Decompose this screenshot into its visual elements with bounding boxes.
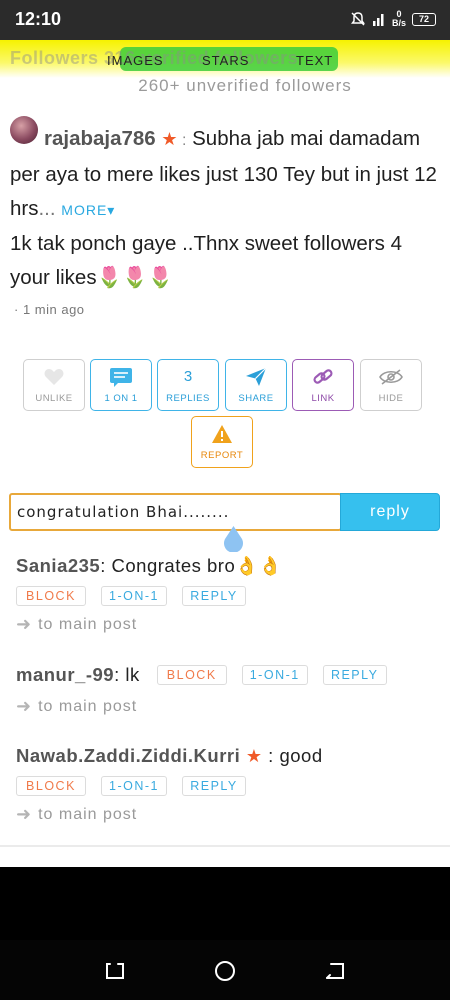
post-text-part2: 1k tak ponch gaye ..Thnx sweet followers…: [10, 232, 402, 289]
comment-actions: BLOCK 1-ON-1 REPLY: [156, 665, 387, 685]
comment-separator: :: [262, 745, 280, 766]
comment-separator: :: [114, 664, 126, 685]
comment-line: manur_-99: lk BLOCK 1-ON-1 REPLY: [16, 664, 436, 686]
reply-chip[interactable]: REPLY: [182, 776, 246, 796]
status-time: 12:10: [15, 9, 62, 29]
back-icon[interactable]: [324, 960, 346, 982]
reply-button[interactable]: reply: [340, 493, 440, 531]
block-button[interactable]: BLOCK: [16, 586, 86, 606]
unlike-label: UNLIKE: [35, 392, 73, 404]
one-on-one-chip[interactable]: 1-ON-1: [241, 665, 308, 685]
status-icons: 0 B/s 72: [350, 10, 436, 28]
star-icon: ★: [161, 129, 178, 149]
share-label: SHARE: [238, 392, 274, 404]
tab-text[interactable]: TEXT: [296, 53, 333, 68]
one-on-one-chip[interactable]: 1-ON-1: [101, 586, 167, 606]
net-speed: 0 B/s: [392, 10, 406, 28]
black-bottom-area: [0, 867, 450, 940]
report-button[interactable]: REPORT: [191, 416, 253, 468]
replies-count: 3: [183, 368, 193, 385]
more-link[interactable]: MORE▾: [61, 202, 115, 218]
net-speed-unit: B/s: [391, 18, 406, 28]
tab-stars[interactable]: STARS: [202, 53, 249, 68]
feed-tabs: IMAGES STARS TEXT: [0, 53, 450, 73]
replies-button[interactable]: 3 REPLIES: [157, 359, 219, 411]
block-button[interactable]: BLOCK: [156, 665, 227, 685]
share-button[interactable]: SHARE: [225, 359, 287, 411]
comment-separator: :: [100, 555, 112, 576]
heart-icon: [44, 367, 64, 387]
battery-icon: 72: [412, 12, 436, 26]
to-main-post-link[interactable]: ➜ to main post: [16, 696, 436, 717]
arrow-right-icon: ➜: [16, 804, 33, 824]
to-main-label: to main post: [38, 697, 138, 715]
post-body: rajabaja786 ★ : Subha jab mai damadam pe…: [10, 122, 442, 295]
arrow-right-icon: ➜: [16, 696, 33, 716]
block-button[interactable]: BLOCK: [16, 776, 86, 796]
comment-text: Congrates bro👌👌: [111, 555, 283, 576]
unlike-button[interactable]: UNLIKE: [23, 359, 85, 411]
tab-images[interactable]: IMAGES: [107, 53, 164, 68]
comment-username[interactable]: Nawab.Zaddi.Ziddi.Kurri: [16, 745, 240, 766]
hide-label: HIDE: [378, 392, 404, 404]
recent-apps-icon[interactable]: [104, 960, 126, 982]
comment-actions: BLOCK 1-ON-1 REPLY: [16, 586, 436, 606]
eye-off-icon: [379, 367, 403, 387]
reply-input[interactable]: [9, 493, 342, 531]
status-bar: 12:10 0 B/s 72: [0, 0, 450, 40]
comment-text: lk: [125, 664, 140, 685]
post-timestamp: · 1 min ago: [14, 302, 85, 317]
text-cursor-handle-icon[interactable]: [222, 526, 245, 552]
reply-chip[interactable]: REPLY: [322, 665, 387, 685]
chat-icon: [109, 367, 133, 387]
report-label: REPORT: [200, 449, 244, 461]
comment-actions: BLOCK 1-ON-1 REPLY: [16, 776, 436, 796]
to-main-label: to main post: [38, 615, 138, 633]
reply-chip[interactable]: REPLY: [182, 586, 246, 606]
link-button[interactable]: LINK: [292, 359, 354, 411]
post-actions: UNLIKE 1 ON 1 3 REPLIES SHARE LINK HIDE …: [0, 358, 450, 470]
notification-muted-icon: [350, 12, 365, 26]
warning-icon: [211, 424, 233, 444]
hide-button[interactable]: HIDE: [360, 359, 422, 411]
profile-header: Followers 316 verified followers IMAGES …: [0, 40, 450, 78]
link-icon: [312, 367, 334, 387]
arrow-right-icon: ➜: [16, 614, 33, 634]
replies-label: REPLIES: [166, 392, 210, 404]
comment-line: Nawab.Zaddi.Ziddi.Kurri ★ : good: [16, 745, 436, 767]
divider: [0, 845, 450, 847]
star-icon: ★: [245, 746, 263, 766]
one-on-one-label: 1 ON 1: [104, 392, 138, 404]
comment-line: Sania235: Congrates bro👌👌: [16, 555, 436, 577]
system-nav-bar: [0, 940, 450, 1000]
link-label: LINK: [311, 392, 335, 404]
comment-text-group: manur_-99: lk: [16, 664, 140, 686]
comment-item: Sania235: Congrates bro👌👌 BLOCK 1-ON-1 R…: [16, 555, 436, 635]
comment-username[interactable]: manur_-99: [16, 664, 114, 685]
post-username[interactable]: rajabaja786: [44, 127, 156, 150]
signal-icon: [372, 14, 384, 26]
to-main-post-link[interactable]: ➜ to main post: [16, 804, 436, 825]
to-main-post-link[interactable]: ➜ to main post: [16, 614, 436, 635]
one-on-one-chip[interactable]: 1-ON-1: [101, 776, 167, 796]
unverified-followers: 260+ unverified followers: [138, 76, 352, 95]
home-icon[interactable]: [214, 960, 236, 982]
comment-item: Nawab.Zaddi.Ziddi.Kurri ★ : good BLOCK 1…: [16, 745, 436, 825]
share-icon: [245, 367, 267, 387]
comment-username[interactable]: Sania235: [16, 555, 100, 576]
post-ellipsis: ...: [38, 197, 56, 220]
comment-item: manur_-99: lk BLOCK 1-ON-1 REPLY ➜ to ma…: [16, 664, 436, 717]
to-main-label: to main post: [38, 805, 138, 823]
comment-text: good: [279, 745, 323, 766]
one-on-one-button[interactable]: 1 ON 1: [90, 359, 152, 411]
